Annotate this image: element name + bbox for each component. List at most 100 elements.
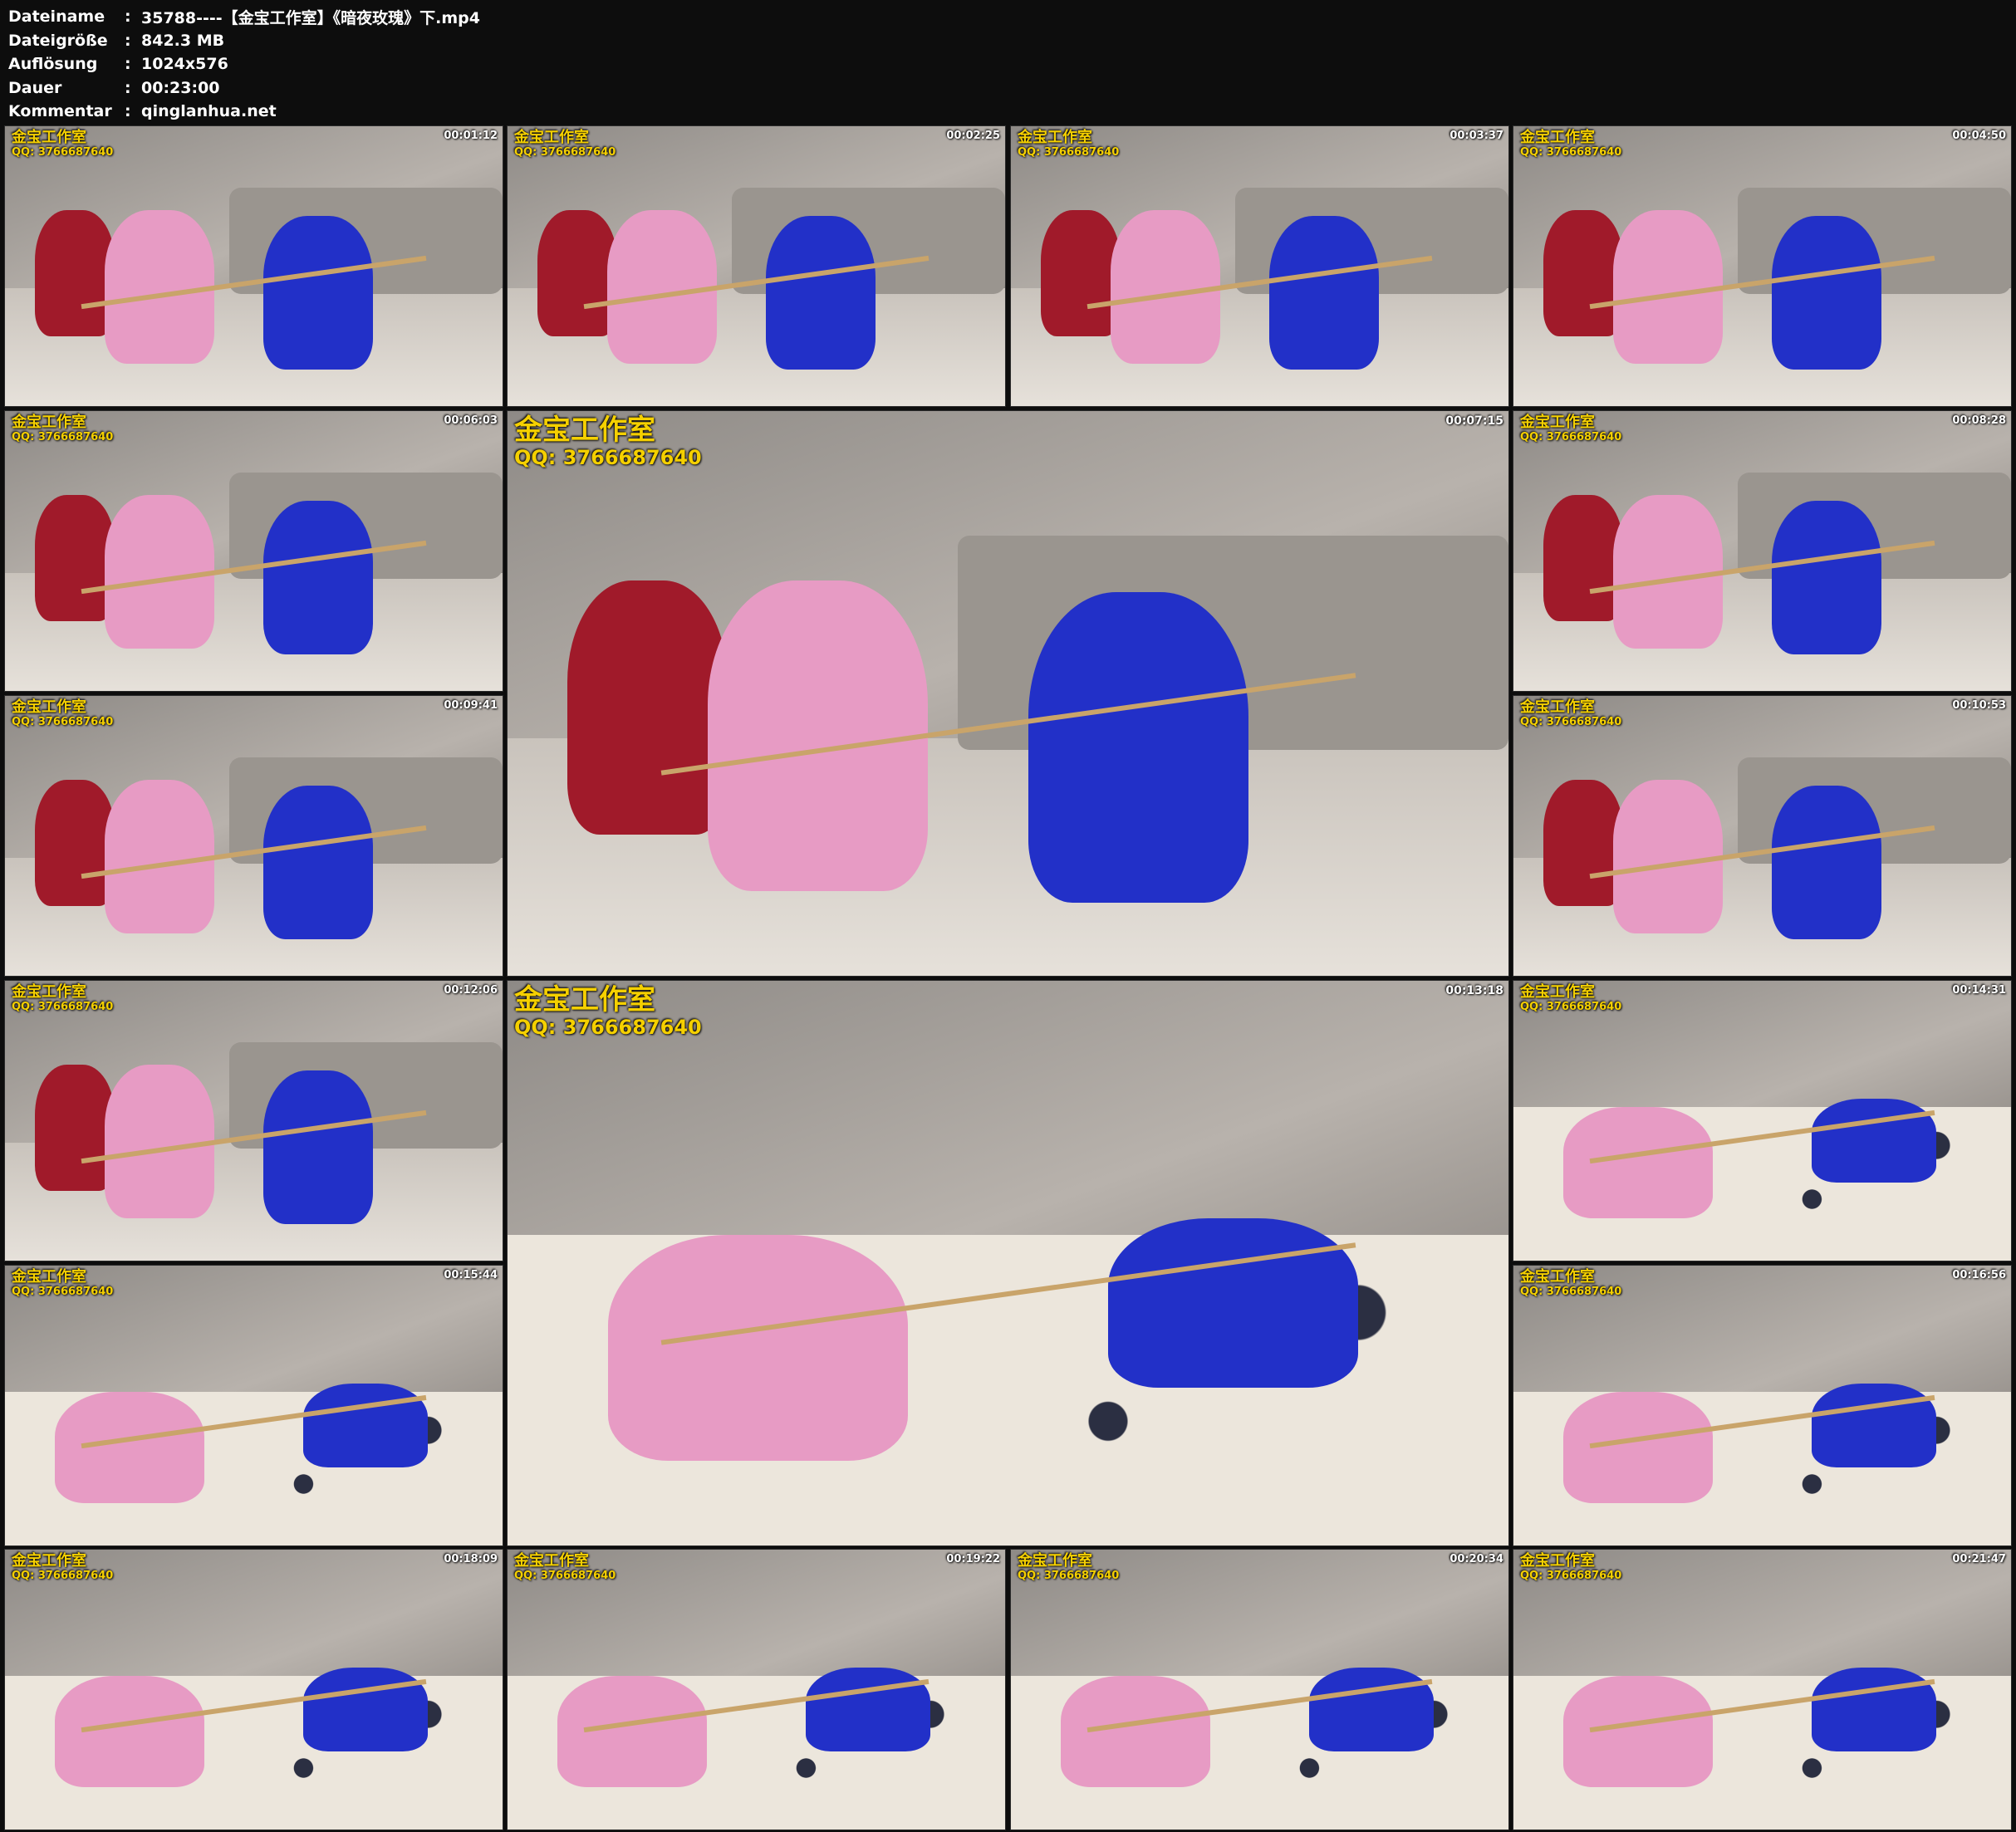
watermark: 金宝工作室 QQ: 3766687640 xyxy=(1520,983,1621,1014)
timestamp: 00:12:06 xyxy=(444,984,498,997)
thumbnail-scene xyxy=(5,126,503,406)
timestamp: 00:08:28 xyxy=(1952,414,2006,427)
meta-separator: : xyxy=(125,102,131,121)
watermark-title: 金宝工作室 xyxy=(12,414,86,431)
meta-value: 1024x576 xyxy=(141,55,228,74)
watermark-qq: QQ: 3766687640 xyxy=(1018,145,1120,159)
thumbnail-scene xyxy=(1513,981,2011,1261)
meta-value: 842.3 MB xyxy=(141,31,225,50)
watermark-title: 金宝工作室 xyxy=(1520,1552,1595,1570)
thumbnail-scene xyxy=(5,981,503,1261)
timestamp: 00:07:15 xyxy=(1445,414,1503,428)
timestamp: 00:18:09 xyxy=(444,1553,498,1565)
watermark-qq: QQ: 3766687640 xyxy=(12,1569,114,1582)
meta-row-duration: Dauer : 00:23:00 xyxy=(8,76,480,100)
timestamp: 00:15:44 xyxy=(444,1269,498,1281)
thumbnail-scene xyxy=(1513,411,2011,691)
thumbnail-scene xyxy=(1011,126,1508,406)
video-thumbnail: 金宝工作室 QQ: 3766687640 00:03:37 xyxy=(1011,126,1508,406)
watermark-qq: QQ: 3766687640 xyxy=(12,1000,114,1013)
watermark-qq: QQ: 3766687640 xyxy=(12,145,114,159)
watermark-qq: QQ: 3766687640 xyxy=(12,715,114,728)
video-thumbnail: 金宝工作室 QQ: 3766687640 00:15:44 xyxy=(5,1266,503,1545)
video-thumbnail: 金宝工作室 QQ: 3766687640 00:12:06 xyxy=(5,981,503,1261)
watermark: 金宝工作室 QQ: 3766687640 xyxy=(1520,414,1621,444)
watermark-qq: QQ: 3766687640 xyxy=(1520,1569,1622,1582)
watermark-qq: QQ: 3766687640 xyxy=(1520,145,1622,159)
timestamp: 00:06:03 xyxy=(444,414,498,427)
video-thumbnail: 金宝工作室 QQ: 3766687640 00:19:22 xyxy=(508,1550,1005,1830)
thumbnail-scene xyxy=(5,1266,503,1545)
timestamp: 00:20:34 xyxy=(1449,1553,1503,1565)
video-thumbnail: 金宝工作室 QQ: 3766687640 00:06:03 xyxy=(5,411,503,691)
watermark: 金宝工作室 QQ: 3766687640 xyxy=(514,414,702,470)
video-thumbnail: 金宝工作室 QQ: 3766687640 00:13:18 xyxy=(508,981,1508,1545)
thumbnail-scene xyxy=(1513,126,2011,406)
watermark: 金宝工作室 QQ: 3766687640 xyxy=(1520,698,1621,729)
thumbnail-scene xyxy=(5,411,503,691)
thumbnail-scene xyxy=(1513,1266,2011,1545)
meta-value: 00:23:00 xyxy=(141,78,220,97)
watermark: 金宝工作室 QQ: 3766687640 xyxy=(12,1552,114,1583)
meta-separator: : xyxy=(125,55,131,74)
video-thumbnail: 金宝工作室 QQ: 3766687640 00:21:47 xyxy=(1513,1550,2011,1830)
meta-key: Dauer xyxy=(8,78,62,97)
meta-separator: : xyxy=(125,78,131,97)
watermark-title: 金宝工作室 xyxy=(514,414,655,447)
watermark: 金宝工作室 QQ: 3766687640 xyxy=(514,129,616,159)
timestamp: 00:02:25 xyxy=(946,130,1000,142)
watermark-qq: QQ: 3766687640 xyxy=(1018,1569,1120,1582)
watermark-title: 金宝工作室 xyxy=(12,1268,86,1286)
watermark: 金宝工作室 QQ: 3766687640 xyxy=(1520,1268,1622,1299)
watermark-title: 金宝工作室 xyxy=(1520,1268,1595,1286)
timestamp: 00:13:18 xyxy=(1445,984,1503,997)
watermark-title: 金宝工作室 xyxy=(1520,983,1595,1001)
video-thumbnail: 金宝工作室 QQ: 3766687640 00:16:56 xyxy=(1513,1266,2011,1545)
watermark-qq: QQ: 3766687640 xyxy=(12,1285,114,1298)
meta-key: Dateigröße xyxy=(8,31,108,50)
thumbnail-scene xyxy=(508,1550,1005,1830)
thumbnail-scene xyxy=(5,1550,503,1830)
video-thumbnail: 金宝工作室 QQ: 3766687640 00:01:12 xyxy=(5,126,503,406)
thumbnail-scene xyxy=(508,411,1508,976)
meta-row-filesize: Dateigröße : 842.3 MB xyxy=(8,29,480,53)
watermark-title: 金宝工作室 xyxy=(1018,1552,1092,1570)
watermark-title: 金宝工作室 xyxy=(12,698,86,716)
meta-separator: : xyxy=(125,7,131,27)
thumbnail-scene xyxy=(1513,1550,2011,1830)
timestamp: 00:09:41 xyxy=(444,699,498,712)
watermark-title: 金宝工作室 xyxy=(514,129,589,146)
video-thumbnail: 金宝工作室 QQ: 3766687640 00:10:53 xyxy=(1513,696,2011,976)
meta-value: 35788----【金宝工作室】《暗夜玫瑰》下.mp4 xyxy=(141,8,480,27)
timestamp: 00:14:31 xyxy=(1952,984,2006,997)
video-thumbnail: 金宝工作室 QQ: 3766687640 00:18:09 xyxy=(5,1550,503,1830)
watermark-title: 金宝工作室 xyxy=(12,1552,86,1570)
watermark-qq: QQ: 3766687640 xyxy=(12,430,114,443)
meta-key: Kommentar xyxy=(8,102,112,121)
file-info-header: Dateiname : 35788----【金宝工作室】《暗夜玫瑰》下.mp4 … xyxy=(8,5,480,124)
watermark: 金宝工作室 QQ: 3766687640 xyxy=(1018,129,1120,159)
meta-row-resolution: Auflösung : 1024x576 xyxy=(8,52,480,76)
watermark: 金宝工作室 QQ: 3766687640 xyxy=(12,129,114,159)
watermark: 金宝工作室 QQ: 3766687640 xyxy=(12,983,114,1014)
watermark-qq: QQ: 3766687640 xyxy=(1520,1285,1622,1298)
watermark: 金宝工作室 QQ: 3766687640 xyxy=(1520,129,1622,159)
watermark-title: 金宝工作室 xyxy=(514,1552,589,1570)
timestamp: 00:01:12 xyxy=(444,130,498,142)
video-thumbnail: 金宝工作室 QQ: 3766687640 00:02:25 xyxy=(508,126,1005,406)
watermark-qq: QQ: 3766687640 xyxy=(1520,430,1622,443)
thumbnail-scene xyxy=(1513,696,2011,976)
video-thumbnail: 金宝工作室 QQ: 3766687640 00:20:34 xyxy=(1011,1550,1508,1830)
watermark: 金宝工作室 QQ: 3766687640 xyxy=(514,983,702,1040)
meta-row-filename: Dateiname : 35788----【金宝工作室】《暗夜玫瑰》下.mp4 xyxy=(8,5,480,29)
thumbnail-scene xyxy=(5,696,503,976)
watermark: 金宝工作室 QQ: 3766687640 xyxy=(1520,1552,1622,1583)
watermark-qq: QQ: 3766687640 xyxy=(514,1569,616,1582)
video-thumbnail: 金宝工作室 QQ: 3766687640 00:09:41 xyxy=(5,696,503,976)
watermark: 金宝工作室 QQ: 3766687640 xyxy=(514,1552,616,1583)
timestamp: 00:03:37 xyxy=(1449,130,1503,142)
watermark-qq: QQ: 3766687640 xyxy=(514,145,616,159)
watermark: 金宝工作室 QQ: 3766687640 xyxy=(1018,1552,1120,1583)
timestamp: 00:04:50 xyxy=(1952,130,2006,142)
video-thumbnail: 金宝工作室 QQ: 3766687640 00:04:50 xyxy=(1513,126,2011,406)
